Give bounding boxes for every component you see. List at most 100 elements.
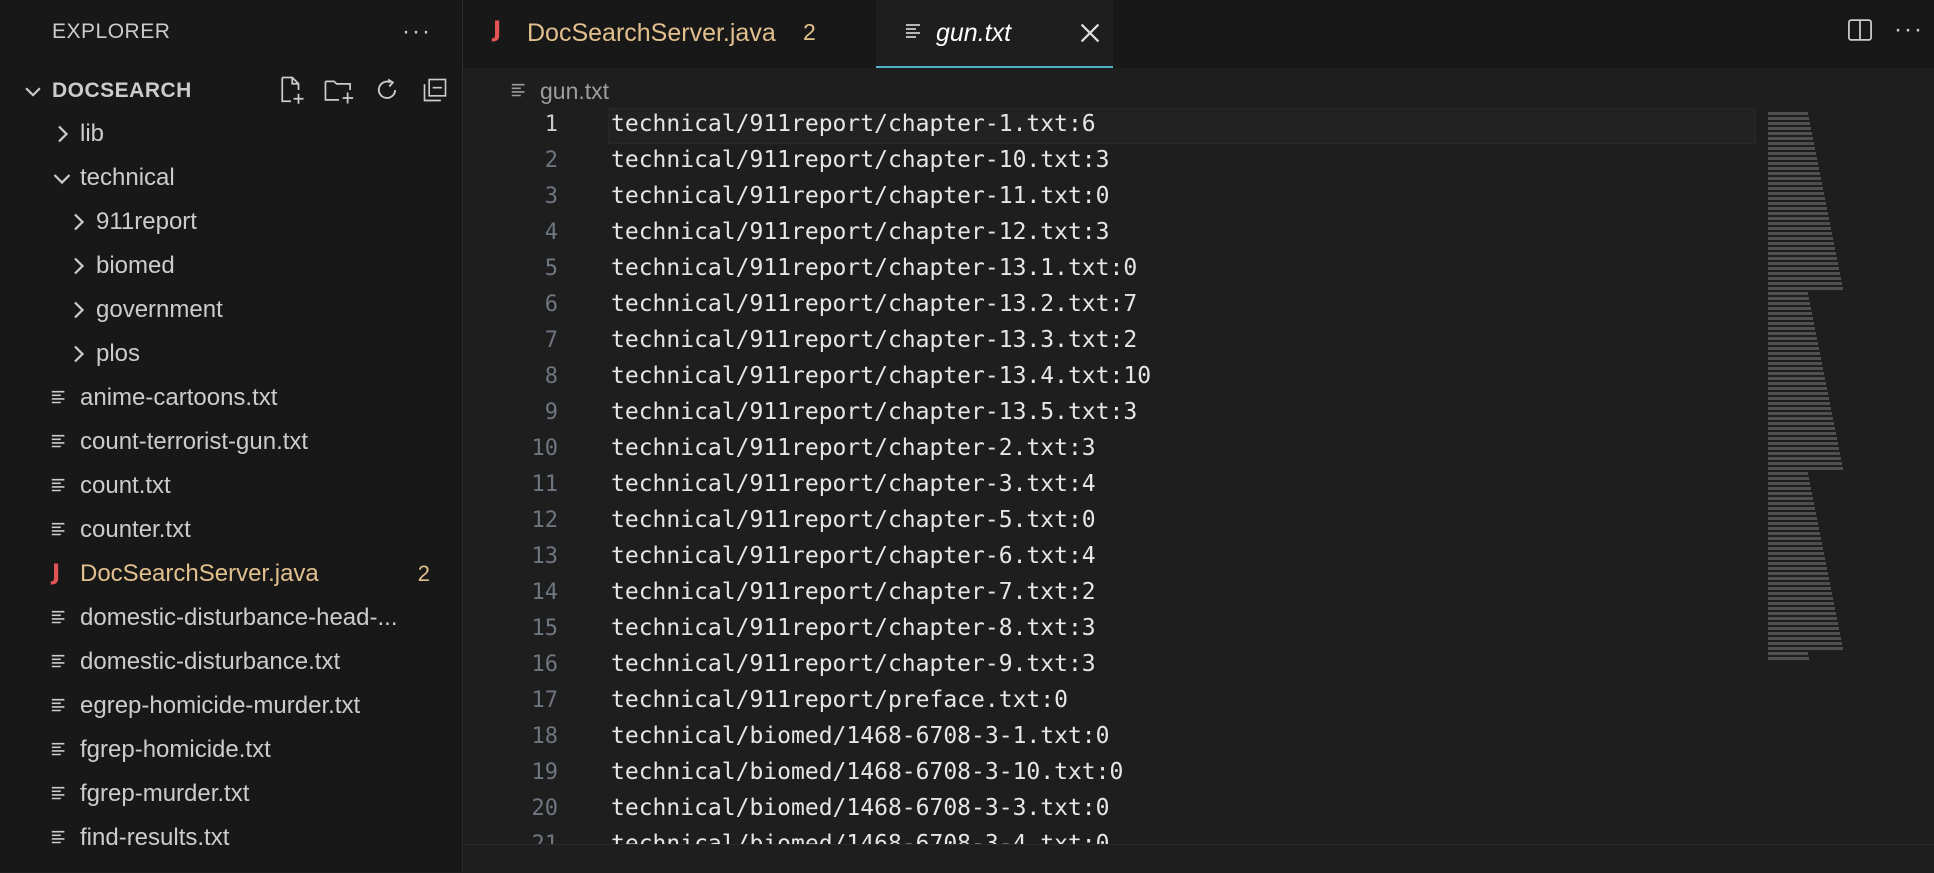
editor-line[interactable]: 4 technical/911report/chapter-12.txt:3 [463,216,1763,252]
minimap-line [1768,402,1830,405]
split-editor-icon[interactable] [1846,16,1874,44]
code-editor[interactable]: 1 technical/911report/chapter-1.txt:6 2 tec… [463,108,1934,844]
minimap-line [1768,202,1826,205]
tree-item-folder[interactable]: plos [12,332,462,376]
minimap-line [1768,647,1843,650]
line-text: technical/911report/chapter-11.txt:0 [611,183,1110,209]
file-lines-icon [51,742,65,756]
minimap-line [1768,502,1814,505]
editor-line[interactable]: 6 technical/911report/chapter-13.2.txt:7 [463,288,1763,324]
editor-line[interactable]: 10 technical/911report/chapter-2.txt:3 [463,432,1763,468]
more-actions-icon[interactable]: ··· [1894,16,1924,44]
editor-line[interactable]: 19 technical/biomed/1468-6708-3-10.txt:0 [463,756,1763,792]
tree-item-file[interactable]: J DocSearchServer.java 2 [12,552,462,596]
editor-line[interactable]: 12 technical/911report/chapter-5.txt:0 [463,504,1763,540]
tree-item-file[interactable]: fgrep-homicide.txt [12,728,462,772]
editor-line[interactable]: 7 technical/911report/chapter-13.3.txt:2 [463,324,1763,360]
line-number: 5 [544,256,558,281]
editor-line[interactable]: 14 technical/911report/chapter-7.txt:2 [463,576,1763,612]
minimap-line [1768,427,1835,430]
tree-item-file[interactable]: fgrep-murder.txt [12,772,462,816]
minimap-line [1768,462,1842,465]
minimap[interactable] [1768,112,1848,844]
editor-line[interactable]: 8 technical/911report/chapter-13.4.txt:10 [463,360,1763,396]
editor-line[interactable]: 3 technical/911report/chapter-11.txt:0 [463,180,1763,216]
minimap-line [1768,222,1830,225]
tree-item-folder[interactable]: lib [12,112,462,156]
workspace-section-header[interactable]: DOCSEARCH [12,70,462,110]
minimap-line [1768,652,1808,655]
minimap-line [1768,612,1836,615]
tree-item-label: lib [80,120,105,147]
minimap-line [1768,362,1822,365]
tab-label: DocSearchServer.java [527,19,776,47]
file-lines-icon [511,83,525,97]
editor-line[interactable]: 2 technical/911report/chapter-10.txt:3 [463,144,1763,180]
tree-item-file[interactable]: count.txt [12,464,462,508]
minimap-line [1768,422,1834,425]
editor-line[interactable]: 1 technical/911report/chapter-1.txt:6 [463,108,1763,144]
minimap-line [1768,477,1809,480]
line-text: technical/911report/chapter-8.txt:3 [611,615,1096,641]
refresh-icon[interactable] [370,73,404,107]
file-lines-icon [51,786,65,800]
minimap-line [1768,302,1810,305]
tree-item-folder[interactable]: 911report [12,200,462,244]
more-actions-icon[interactable]: ··· [402,20,432,44]
tree-item-folder[interactable]: biomed [12,244,462,288]
line-number: 15 [531,616,559,641]
breadcrumb[interactable]: gun.txt [510,76,609,106]
new-folder-icon[interactable] [322,73,356,107]
minimap-line [1768,117,1809,120]
editor-line[interactable]: 11 technical/911report/chapter-3.txt:4 [463,468,1763,504]
minimap-line [1768,632,1840,635]
tab-label: gun.txt [936,19,1012,47]
tab-gun-txt[interactable]: gun.txt [876,0,1113,68]
editor-line[interactable]: 16 technical/911report/chapter-9.txt:3 [463,648,1763,684]
minimap-line [1768,212,1828,215]
tree-item-folder[interactable]: technical [12,156,462,200]
minimap-line [1768,617,1837,620]
file-lines-icon [51,654,65,668]
tree-item-file[interactable]: find-results.txt [12,816,462,860]
editor-line[interactable]: 21 technical/biomed/1468-6708-3-4.txt:0 [463,828,1763,844]
tree-item-label: 911report [96,208,197,235]
minimap-line [1768,247,1835,250]
editor-line[interactable]: 15 technical/911report/chapter-8.txt:3 [463,612,1763,648]
minimap-line [1768,457,1841,460]
editor-line[interactable]: 20 technical/biomed/1468-6708-3-3.txt:0 [463,792,1763,828]
tree-item-file[interactable]: domestic-disturbance.txt [12,640,462,684]
tree-item-file[interactable]: egrep-homicide-murder.txt [12,684,462,728]
minimap-line [1768,552,1824,555]
minimap-line [1768,152,1816,155]
file-lines-icon [51,830,65,844]
activity-bar-edge [0,0,12,872]
minimap-line [1768,232,1832,235]
tree-item-file[interactable]: domestic-disturbance-head-... [12,596,462,640]
close-icon[interactable] [1076,19,1104,47]
minimap-line [1768,602,1834,605]
new-file-icon[interactable] [274,73,308,107]
minimap-line [1768,452,1840,455]
explorer-title: EXPLORER [52,20,171,43]
line-text: technical/biomed/1468-6708-3-4.txt:0 [611,831,1110,844]
editor-line[interactable]: 13 technical/911report/chapter-6.txt:4 [463,540,1763,576]
collapse-all-icon[interactable] [418,73,452,107]
tree-item-file[interactable]: count-terrorist-gun.txt [12,420,462,464]
chevron-right-icon [74,213,85,231]
editor-line[interactable]: 18 technical/biomed/1468-6708-3-1.txt:0 [463,720,1763,756]
chevron-right-icon [74,301,85,319]
editor-line[interactable]: 9 technical/911report/chapter-13.5.txt:3 [463,396,1763,432]
tree-item-folder[interactable]: government [12,288,462,332]
tab-docsearchserver-java[interactable]: J DocSearchServer.java 2 [463,0,875,68]
tree-item-file[interactable]: anime-cartoons.txt [12,376,462,420]
minimap-line [1768,492,1812,495]
editor-line[interactable]: 5 technical/911report/chapter-13.1.txt:0 [463,252,1763,288]
minimap-line [1768,312,1812,315]
editor-line[interactable]: 17 technical/911report/preface.txt:0 [463,684,1763,720]
minimap-line [1768,607,1835,610]
minimap-line [1768,537,1821,540]
horizontal-scrollbar[interactable] [463,844,1934,873]
tree-item-file[interactable]: counter.txt [12,508,462,552]
minimap-line [1768,242,1834,245]
